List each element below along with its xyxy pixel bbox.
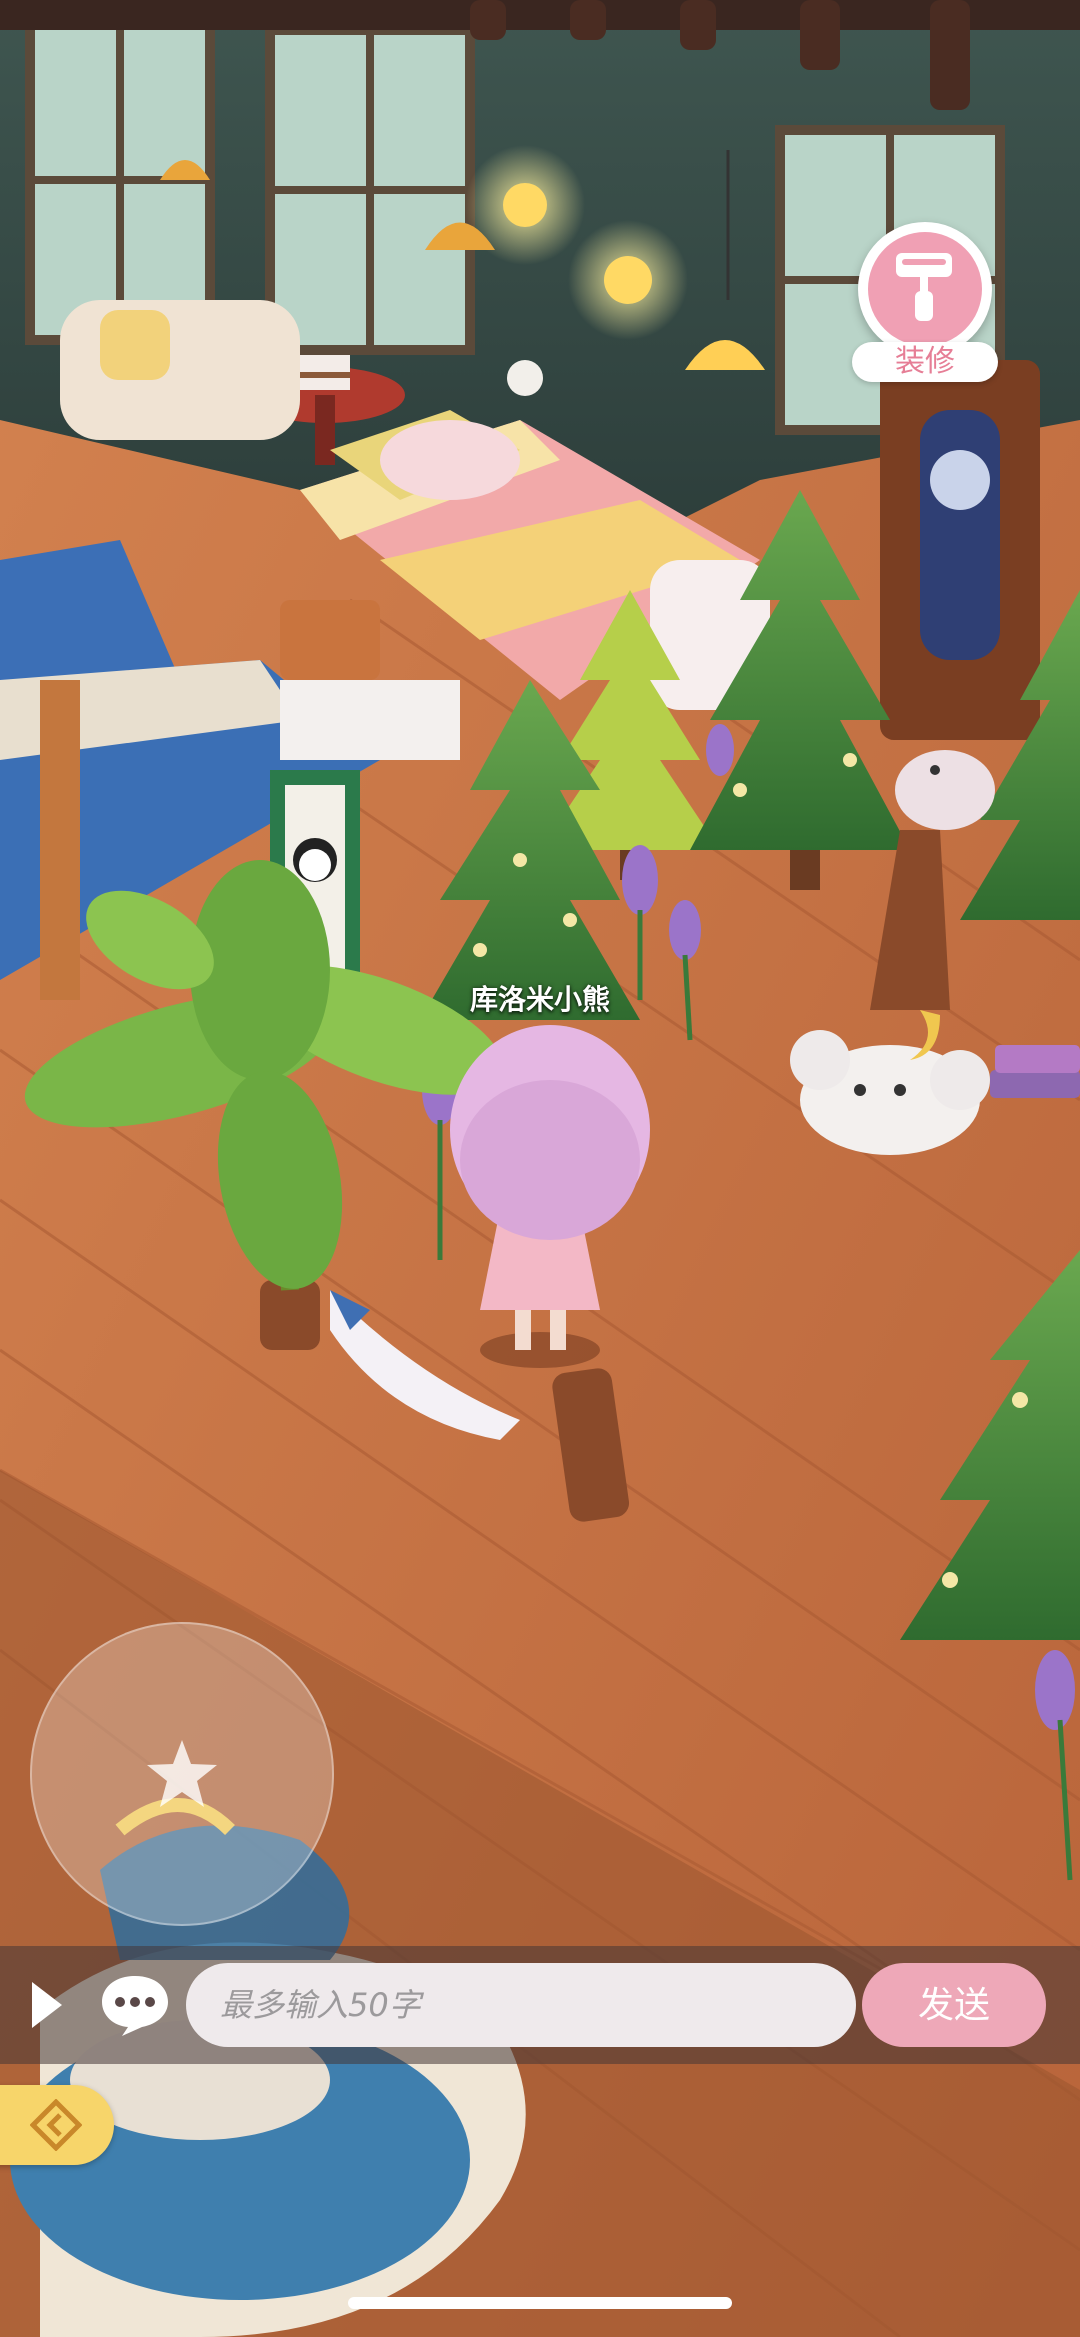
speech-bubble-icon[interactable] (98, 1972, 172, 2038)
send-button[interactable]: 发送 (862, 1963, 1046, 2047)
grandfather-clock (880, 360, 1040, 740)
player-name-label: 库洛米小熊 (469, 983, 610, 1016)
decorate-button-label[interactable]: 装修 (852, 342, 998, 382)
play-triangle-icon[interactable] (22, 1976, 72, 2034)
decorate-button-inner[interactable] (868, 232, 982, 346)
sofa (60, 300, 300, 440)
home-indicator[interactable] (348, 2297, 732, 2309)
chat-bar: 发送 (0, 1946, 1080, 2064)
chat-input[interactable] (186, 1963, 856, 2047)
star-icon (144, 1736, 220, 1816)
ceiling-beam (0, 0, 1080, 30)
side-tab-button[interactable] (0, 2085, 114, 2165)
diamond-arrow-icon (29, 2098, 83, 2155)
virtual-joystick[interactable] (30, 1622, 334, 1926)
decorate-button[interactable]: 装修 (850, 222, 1000, 392)
decorate-button-circle[interactable] (858, 222, 992, 356)
paint-roller-icon (890, 247, 960, 331)
books (990, 1045, 1080, 1098)
